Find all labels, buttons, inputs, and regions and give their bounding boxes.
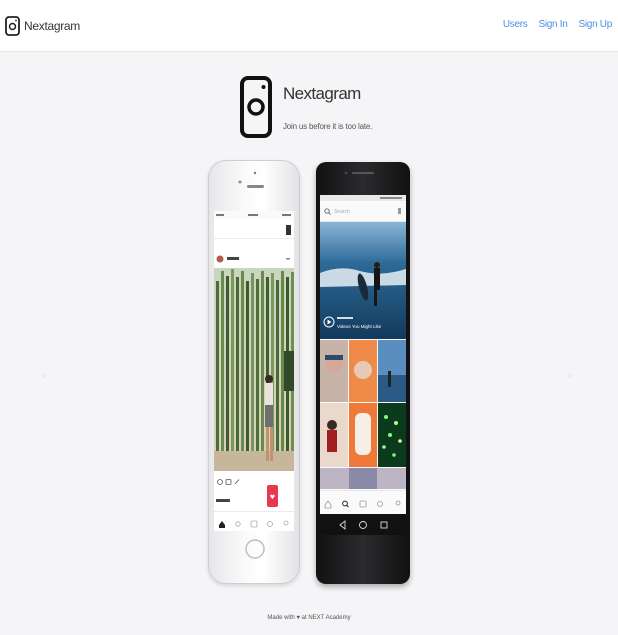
explore-photo-grid xyxy=(320,340,406,489)
android-screen: Search Videos You Might Like xyxy=(320,195,406,535)
camera-logo-icon xyxy=(5,16,20,36)
nav-links: Users Sign In Sign Up xyxy=(503,19,612,30)
cactus-photo xyxy=(214,269,294,471)
svg-text:♥: ♥ xyxy=(270,494,275,501)
video-caption: Videos You Might Like xyxy=(337,324,382,329)
carousel-prev-icon[interactable]: ‹ xyxy=(42,370,45,381)
navbar: Nextagram Users Sign In Sign Up xyxy=(0,0,618,52)
camera-logo-icon xyxy=(240,76,272,138)
hero-subtitle: Join us before it is too late. xyxy=(283,122,373,131)
iphone-screen: ♥ xyxy=(214,211,294,531)
brand-name: Nextagram xyxy=(24,19,80,33)
instagram-explore-screen: Search Videos You Might Like xyxy=(320,195,406,535)
iphone-mockup: ♥ xyxy=(208,160,300,584)
nav-link-users[interactable]: Users xyxy=(503,19,528,30)
android-top-details xyxy=(344,171,374,175)
nav-link-sign-up[interactable]: Sign Up xyxy=(579,19,613,30)
brand-link[interactable]: Nextagram xyxy=(5,14,80,38)
instagram-feed-screen: ♥ xyxy=(214,211,294,531)
footer-credit: Made with ♥ at NEXT Academy xyxy=(267,615,351,621)
search-placeholder[interactable]: Search xyxy=(334,209,350,215)
hero-title: Nextagram xyxy=(283,84,361,103)
carousel-next-icon[interactable]: › xyxy=(568,370,571,381)
android-mockup: Search Videos You Might Like xyxy=(316,162,410,584)
iphone-home-button xyxy=(245,539,265,559)
nav-link-sign-in[interactable]: Sign In xyxy=(538,19,567,30)
